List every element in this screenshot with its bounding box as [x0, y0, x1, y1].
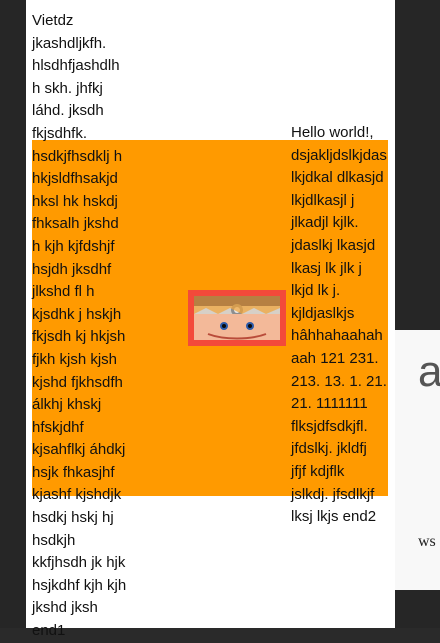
text-line: hsjdh jksdhf: [32, 260, 112, 278]
text-line: kjsahflkj áhdkj: [32, 441, 126, 459]
text-line: hsdkjh: [32, 531, 76, 549]
text-line: Hello world!,: [291, 124, 374, 141]
app-content: Vietdz jkashdljkfh. hlsdhfjashdlh h skh.…: [26, 0, 395, 639]
text-line: kjsdhk j hskjh: [32, 305, 122, 323]
text-line: fkjsdhfk.: [32, 124, 88, 142]
text-line: fhksalh jkshd: [32, 215, 119, 233]
text-line: flksjdfsdkjfl.: [291, 417, 368, 435]
text-line: dsjakljdslkjdas: [291, 146, 387, 164]
text-line: jfjf kdjflk: [291, 462, 345, 480]
anime-thumbnail-image: [188, 290, 286, 346]
text-line: kkfjhsdh jk hjk: [32, 554, 126, 572]
text-line: Vietdz: [32, 12, 74, 29]
text-line: 21. 1111111: [291, 395, 368, 413]
text-line: jdaslkj lkasjd: [291, 236, 376, 254]
text-line: kjashf kjshdjk: [32, 486, 122, 504]
background-window-text-large: a: [418, 347, 440, 396]
text-line: h skh. jhfkj: [32, 79, 103, 97]
text-line: láhd. jksdh: [32, 102, 104, 120]
text-line: jfdslkj. jkldfj: [291, 440, 367, 458]
text-line: jkashdljkfh.: [32, 34, 107, 52]
text-line: jslkdj. jfsdlkjf: [291, 485, 375, 503]
text-line: jkshd jksh: [32, 599, 98, 617]
text-line: lksj lkjs end2: [291, 508, 377, 526]
text-line: hsdkj hskj hj: [32, 509, 114, 527]
text-line: fjkh kjsh kjsh: [32, 350, 118, 368]
text-line: lkjdkal dlkasjd: [291, 169, 384, 187]
text-line: hâhhahaahah: [291, 327, 383, 345]
text-line: kjshd fjkhsdfh: [32, 373, 123, 391]
text-line: jlkadjl kjlk.: [291, 214, 359, 232]
text-line: hksl hk hskdj: [32, 192, 118, 210]
text-line: hlsdhfjashdlh: [32, 57, 120, 75]
text-line: hsdkjfhsdklj h: [32, 147, 123, 165]
text-line: lkjdlkasjl j: [291, 191, 355, 209]
text-line: lkasj lk jlk j: [291, 259, 362, 277]
text-line: hfskjdhf: [32, 418, 84, 436]
right-text-column: Hello world!, dsjakljdslkjdas lkjdkal dl…: [291, 122, 391, 529]
text-line: hsjkdhf kjh kjh: [32, 576, 127, 594]
text-line: jlkshd fl h: [32, 283, 95, 301]
text-line: álkhj khskj: [32, 396, 102, 414]
background-window-text-small: ws: [418, 533, 436, 550]
left-text-column: Vietdz jkashdljkfh. hlsdhfjashdlh h skh.…: [32, 10, 182, 643]
thumbnail-artwork: [194, 296, 280, 340]
left-edge-snippet: [0, 534, 26, 552]
text-line: aah 121 231.: [291, 349, 379, 367]
text-line: lkjd lk j.: [291, 282, 341, 300]
text-line: 213. 13. 1. 21.: [291, 372, 387, 390]
text-line: hsjk fhkasjhf: [32, 463, 115, 481]
text-line: end1: [32, 622, 66, 640]
text-line: hkjsldfhsakjd: [32, 170, 118, 188]
text-line: h kjh kjfdshjf: [32, 237, 115, 255]
text-line: kjldjaslkjs: [291, 304, 355, 322]
text-line: fkjsdh kj hkjsh: [32, 328, 126, 346]
